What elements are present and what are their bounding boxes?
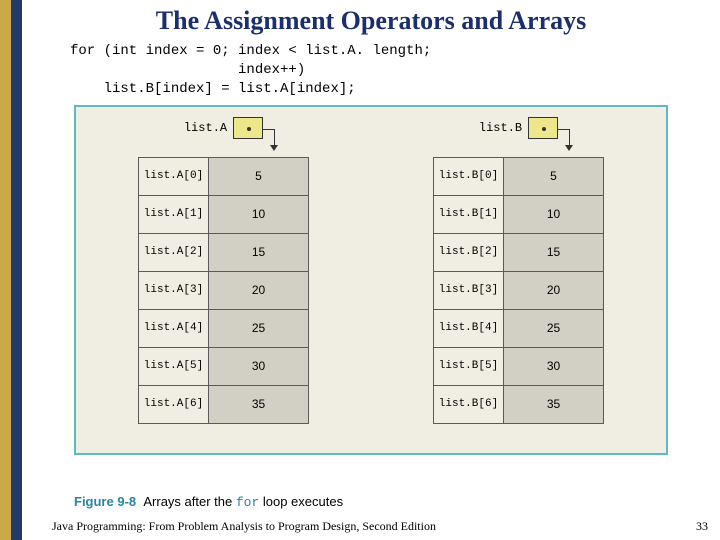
arrow-head-icon — [565, 145, 573, 151]
array-table-right: list.B[0]5 list.B[1]10 list.B[2]15 list.… — [433, 157, 604, 424]
cell-value: 20 — [209, 271, 309, 309]
cell-value: 25 — [504, 309, 604, 347]
slide-title: The Assignment Operators and Arrays — [22, 0, 720, 42]
side-stripe — [0, 0, 22, 540]
cell-label: list.B[4] — [434, 309, 504, 347]
array-row: list.B[0]5 — [434, 157, 604, 195]
cell-value: 10 — [504, 195, 604, 233]
arrays-row: list.A list.A[0]5 list.A[1]10 list.A[2]1… — [76, 117, 666, 453]
cell-value: 35 — [209, 385, 309, 423]
array-right: list.B list.B[0]5 list.B[1]10 list.B[2]1… — [433, 117, 604, 453]
cell-label: list.A[1] — [139, 195, 209, 233]
figure-box: list.A list.A[0]5 list.A[1]10 list.A[2]1… — [74, 105, 668, 455]
cell-value: 10 — [209, 195, 309, 233]
array-row: list.B[4]25 — [434, 309, 604, 347]
code-line-3: list.B[index] = list.A[index]; — [70, 81, 356, 97]
arrow-head-icon — [270, 145, 278, 151]
cell-label: list.B[3] — [434, 271, 504, 309]
stripe-gold — [0, 0, 11, 540]
array-left: list.A list.A[0]5 list.A[1]10 list.A[2]1… — [138, 117, 309, 453]
cell-label: list.A[0] — [139, 157, 209, 195]
cell-value: 30 — [209, 347, 309, 385]
array-row: list.A[6]35 — [139, 385, 309, 423]
array-row: list.B[2]15 — [434, 233, 604, 271]
array-row: list.B[6]35 — [434, 385, 604, 423]
pointer-dot — [247, 127, 251, 131]
array-row: list.A[5]30 — [139, 347, 309, 385]
arrow-segment — [262, 129, 274, 130]
pointer-dot — [542, 127, 546, 131]
pointer-box-right — [528, 117, 558, 139]
array-row: list.A[0]5 — [139, 157, 309, 195]
cell-label: list.B[2] — [434, 233, 504, 271]
arrow-segment — [557, 129, 569, 130]
cell-value: 25 — [209, 309, 309, 347]
code-block: for (int index = 0; index < list.A. leng… — [22, 42, 720, 99]
footer-text: Java Programming: From Problem Analysis … — [52, 519, 436, 534]
var-row-right: list.B — [479, 117, 558, 139]
cell-value: 35 — [504, 385, 604, 423]
caption-keyword: for — [236, 495, 259, 510]
pointer-box-left — [233, 117, 263, 139]
var-label-right: list.B — [479, 121, 522, 135]
cell-label: list.A[4] — [139, 309, 209, 347]
cell-label: list.A[6] — [139, 385, 209, 423]
caption-text-after: loop executes — [259, 494, 343, 509]
caption-text-before: Arrays after the — [143, 494, 235, 509]
array-row: list.B[1]10 — [434, 195, 604, 233]
var-row-left: list.A — [184, 117, 263, 139]
slide-content: The Assignment Operators and Arrays for … — [22, 0, 720, 540]
array-row: list.A[3]20 — [139, 271, 309, 309]
code-line-1: for (int index = 0; index < list.A. leng… — [70, 43, 431, 59]
cell-label: list.B[0] — [434, 157, 504, 195]
cell-value: 15 — [209, 233, 309, 271]
figure-caption: Figure 9-8 Arrays after the for loop exe… — [74, 494, 343, 510]
cell-label: list.A[2] — [139, 233, 209, 271]
cell-label: list.B[6] — [434, 385, 504, 423]
array-row: list.A[4]25 — [139, 309, 309, 347]
page-number: 33 — [696, 519, 708, 534]
cell-value: 15 — [504, 233, 604, 271]
cell-label: list.A[3] — [139, 271, 209, 309]
array-table-left: list.A[0]5 list.A[1]10 list.A[2]15 list.… — [138, 157, 309, 424]
code-line-2: index++) — [70, 62, 305, 78]
var-label-left: list.A — [184, 121, 227, 135]
cell-value: 5 — [209, 157, 309, 195]
cell-value: 20 — [504, 271, 604, 309]
figure-number: Figure 9-8 — [74, 494, 136, 509]
cell-label: list.A[5] — [139, 347, 209, 385]
array-row: list.B[3]20 — [434, 271, 604, 309]
cell-value: 5 — [504, 157, 604, 195]
stripe-blue — [11, 0, 22, 540]
cell-label: list.B[5] — [434, 347, 504, 385]
cell-value: 30 — [504, 347, 604, 385]
array-row: list.B[5]30 — [434, 347, 604, 385]
cell-label: list.B[1] — [434, 195, 504, 233]
array-row: list.A[2]15 — [139, 233, 309, 271]
array-row: list.A[1]10 — [139, 195, 309, 233]
